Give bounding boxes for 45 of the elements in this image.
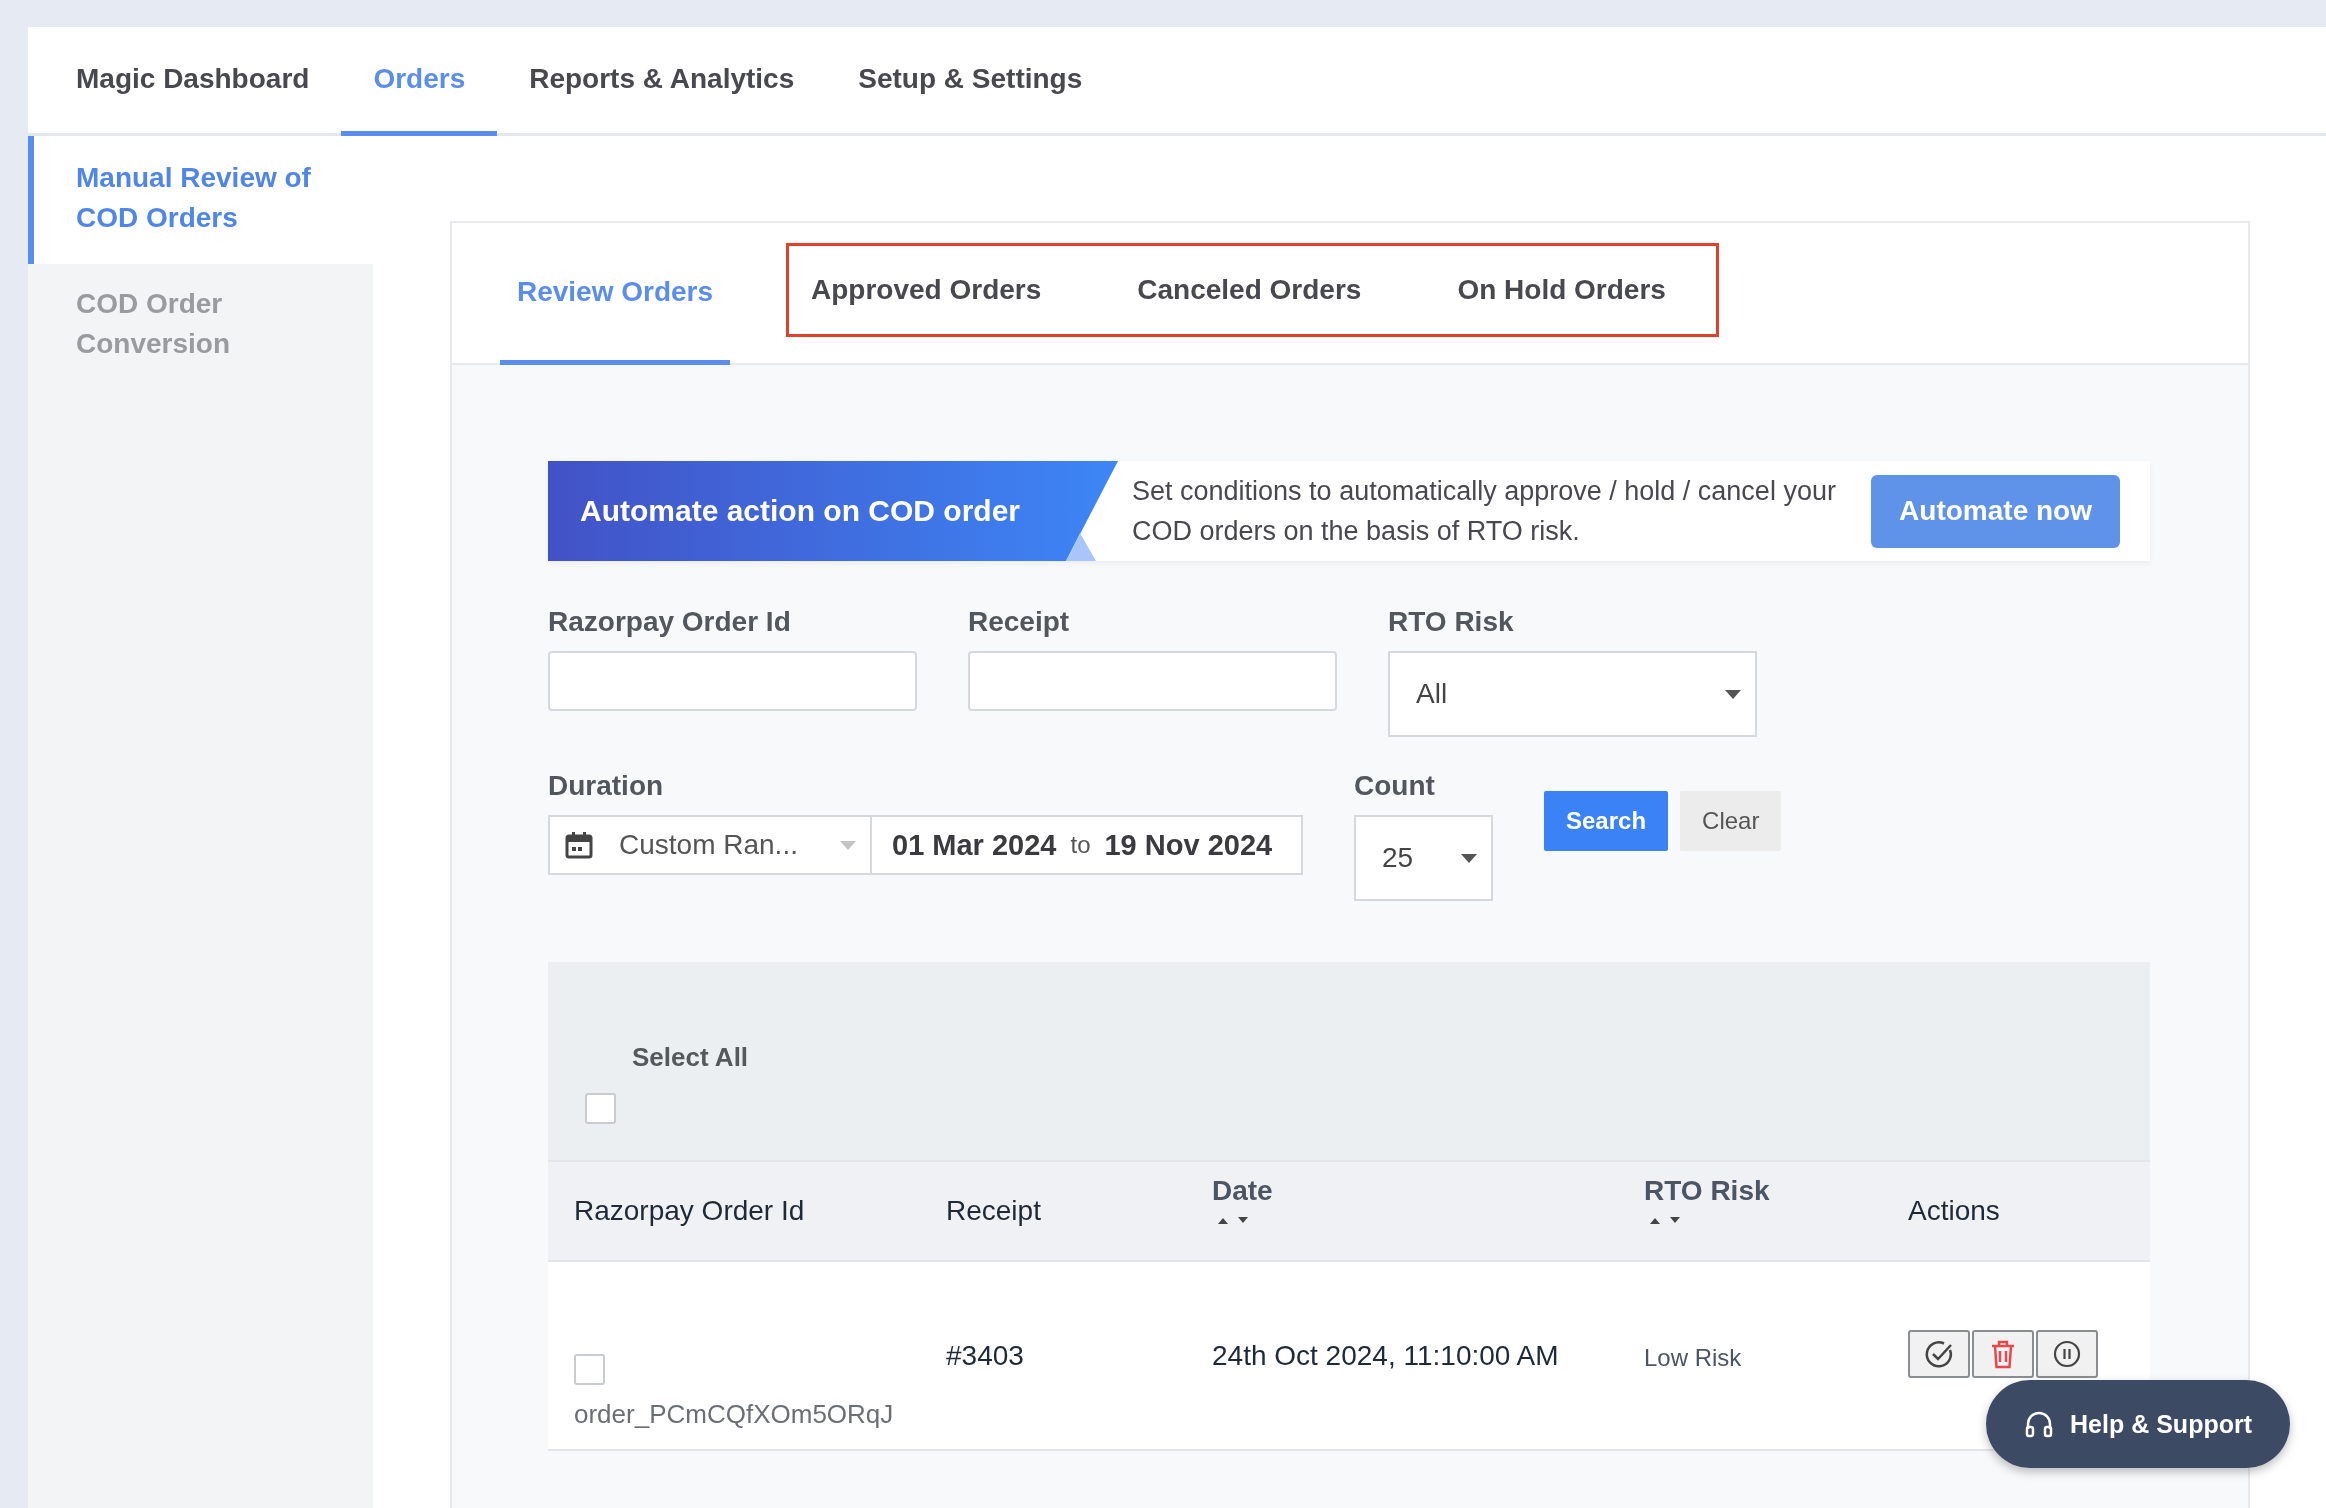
tab[interactable]: Approved Orders (811, 246, 1042, 334)
field-label: Duration (548, 769, 665, 803)
table-cell-text: #3403 (946, 1339, 1025, 1372)
help-button[interactable]: Help & Support (1986, 1380, 2290, 1468)
check-circle-icon (1923, 1338, 1955, 1370)
table-cell-text: Low Risk (1644, 1343, 1743, 1372)
nav-tab[interactable]: Setup & Settings (826, 27, 1115, 136)
tab[interactable]: Canceled Orders (1137, 246, 1362, 334)
column-header[interactable]: Date (1212, 1175, 1644, 1207)
date-from[interactable]: 01 Mar 2024 (892, 828, 1057, 862)
column-header: Razorpay Order Id (574, 1195, 806, 1227)
column-header[interactable]: RTO Risk (1644, 1175, 1908, 1207)
caret-icon (1725, 689, 1741, 699)
field-label: Count (1354, 769, 1436, 803)
tab[interactable]: On Hold Orders (1457, 246, 1666, 334)
nav-tab[interactable]: Magic Dashboard (44, 27, 342, 136)
dropdown[interactable]: 25 (1354, 815, 1493, 901)
table-cell-text: 24th Oct 2024, 11:10:00 AM (1212, 1339, 1560, 1372)
headphones-icon (2024, 1409, 2055, 1439)
pause-circle-icon (2051, 1338, 2083, 1370)
nav-tab[interactable]: Reports & Analytics (497, 27, 827, 136)
calendar-icon (565, 831, 593, 859)
caret-icon (1461, 853, 1477, 863)
caret-icon (840, 840, 856, 850)
field-label: RTO Risk (1388, 605, 1515, 639)
select-all-label: Select All (632, 1042, 750, 1073)
banner-text: Set conditions to automatically approve / hold / cancel your COD orders on the basis of RTO risk. (1131, 475, 1837, 548)
dropdown[interactable]: All (1388, 651, 1757, 737)
search-button[interactable]: Search (1544, 791, 1669, 851)
banner-title: Automate action on COD order (548, 461, 1118, 561)
column-header: Receipt (946, 1195, 1042, 1227)
date-to[interactable]: 19 Nov 2024 (1104, 828, 1273, 862)
column-header: Actions (1908, 1195, 2001, 1227)
sidebar-item[interactable]: Manual Review of COD Orders (28, 136, 373, 264)
checkbox[interactable] (574, 1354, 605, 1385)
input-field[interactable] (548, 651, 917, 711)
input-field[interactable] (968, 651, 1337, 711)
date-separator: to (1070, 831, 1091, 859)
hold-button[interactable] (2036, 1330, 2098, 1378)
field-label: Razorpay Order Id (548, 605, 792, 639)
table-cell-text: order_PCmCQfXOm5ORqJ (574, 1399, 895, 1430)
clear-button[interactable]: Clear (1680, 791, 1782, 851)
field-label: Receipt (968, 605, 1071, 639)
checkbox[interactable] (585, 1093, 616, 1124)
approve-button[interactable] (1908, 1330, 1970, 1378)
